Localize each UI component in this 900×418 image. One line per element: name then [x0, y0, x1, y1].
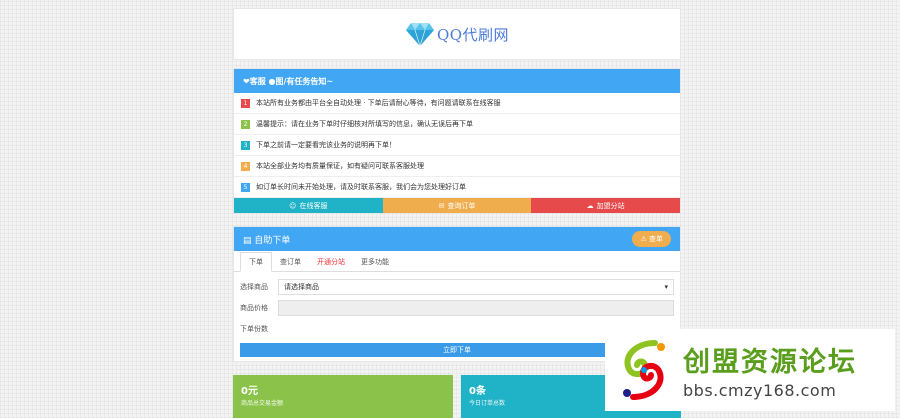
watermark-title: 创盟资源论坛 — [683, 347, 857, 378]
notice-button-1[interactable]: ☺ 在线客服 — [234, 198, 383, 213]
warning-icon: ⚠ — [640, 235, 649, 243]
user-icon: ☺ — [289, 201, 297, 210]
price-field — [278, 300, 674, 316]
notice-button-label: 加盟分站 — [596, 201, 625, 210]
logo-card: QQ代刷网 — [233, 8, 681, 60]
notice-button-2[interactable]: ✉ 查询订单 — [382, 198, 532, 213]
notice-number-badge: 3 — [241, 140, 250, 150]
price-label: 商品价格 — [240, 304, 268, 312]
tab-open-site[interactable]: 开通分站 — [309, 253, 353, 271]
search-icon: ✉ — [438, 201, 445, 210]
cloud-icon: ☁ — [586, 201, 594, 210]
notice-text: 本站全部业务均有质量保证，如有疑问可联系客服处理 — [256, 162, 424, 170]
notice-text: 下单之前请一定要看完该业务的说明再下单！ — [256, 141, 396, 149]
notice-number-badge: 4 — [241, 161, 250, 171]
watermark-url: bbs.cmzy168.com — [683, 381, 837, 400]
stat-card-amount: 0元 商品总交易金额 — [233, 375, 453, 418]
notice-button-3[interactable]: ☁ 加盟分站 — [531, 198, 681, 213]
site-logo[interactable]: QQ代刷网 — [405, 21, 509, 47]
site-title: QQ代刷网 — [436, 25, 510, 44]
notice-list: 1 本站所有业务都由平台全自动处理 · 下单后请耐心等待，有问题请联系在线客服 2 温… — [234, 93, 680, 198]
notice-item: 3 下单之前请一定要看完该业务的说明再下单！ — [234, 135, 680, 156]
order-header: ▤ 自助下单 ⚠ 查单 — [234, 227, 680, 251]
notice-item: 1 本站所有业务都由平台全自动处理 · 下单后请耐心等待，有问题请联系在线客服 — [234, 93, 680, 114]
category-label: 选择商品 — [240, 283, 268, 291]
watermark-banner: 创盟资源论坛 bbs.cmzy168.com — [605, 329, 895, 411]
category-row: 选择商品 请选择商品 ▾ — [240, 277, 674, 297]
order-tabs: 下单 查订单 开通分站 更多功能 — [234, 251, 680, 272]
watermark-text: 创盟资源论坛 bbs.cmzy168.com — [683, 340, 857, 400]
notice-text: 本站所有业务都由平台全自动处理 · 下单后请耐心等待，有问题请联系在线客服 — [256, 99, 501, 107]
tab-query[interactable]: 查订单 — [272, 253, 309, 271]
notice-button-label: 在线客服 — [299, 201, 328, 210]
notice-text: 温馨提示：请在业务下单时仔细核对所填写的信息，确认无误后再下单 — [256, 120, 473, 128]
notice-item: 4 本站全部业务均有质量保证，如有疑问可联系客服处理 — [234, 156, 680, 177]
notice-number-badge: 1 — [241, 98, 250, 108]
query-order-button[interactable]: ⚠ 查单 — [632, 231, 671, 247]
order-title: ▤ 自助下单 — [243, 235, 291, 246]
notice-number-badge: 2 — [241, 119, 250, 129]
category-select[interactable]: 请选择商品 ▾ — [278, 279, 674, 295]
notice-button-row: ☺ 在线客服 ✉ 查询订单 ☁ 加盟分站 — [234, 198, 681, 213]
notice-item: 2 温馨提示：请在业务下单时仔细核对所填写的信息，确认无误后再下单 — [234, 114, 680, 135]
stat-value: 0元 — [241, 386, 258, 397]
tab-more[interactable]: 更多功能 — [353, 253, 397, 271]
notice-header: ❤客服 ●图/有任务告知~ — [234, 69, 680, 93]
notice-text: 如订单长时间未开始处理，请及时联系客服，我们会为您处理好订单 — [256, 183, 466, 191]
qty-label: 下单份数 — [240, 325, 268, 333]
tab-order[interactable]: 下单 — [240, 252, 272, 272]
main-column: QQ代刷网 ❤客服 ●图/有任务告知~ 1 本站所有业务都由平台全自动处理 · 下… — [233, 8, 681, 362]
notice-panel: ❤客服 ●图/有任务告知~ 1 本站所有业务都由平台全自动处理 · 下单后请耐心等… — [233, 68, 681, 214]
stat-label: 商品总交易金额 — [241, 400, 284, 407]
notice-button-label: 查询订单 — [447, 201, 476, 210]
diamond-icon — [405, 23, 434, 47]
forum-logo-icon — [623, 340, 665, 400]
cart-icon: ▤ — [243, 235, 255, 246]
price-row: 商品价格 — [240, 298, 674, 318]
notice-item: 5 如订单长时间未开始处理，请及时联系客服，我们会为您处理好订单 — [234, 177, 680, 198]
chevron-down-icon: ▾ — [664, 283, 668, 291]
notice-number-badge: 5 — [241, 182, 250, 192]
